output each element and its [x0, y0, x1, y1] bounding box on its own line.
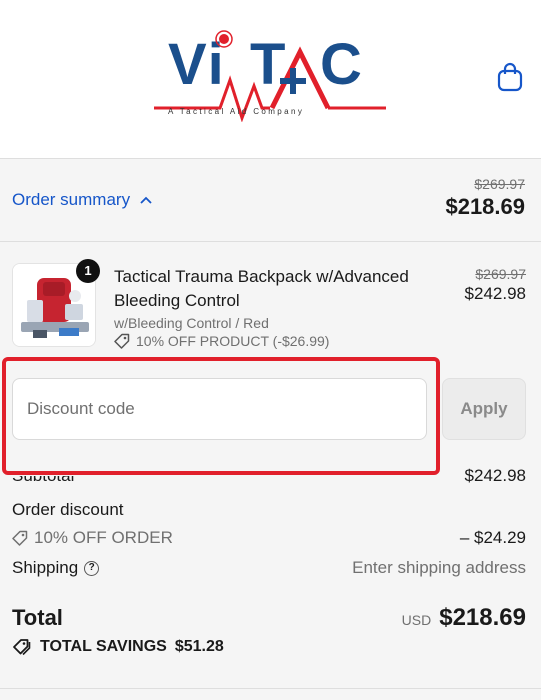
total-row: Total USD $218.69 [12, 604, 526, 632]
subtotal-value: $242.98 [464, 466, 526, 485]
help-circle-icon[interactable]: ? [84, 561, 100, 577]
order-discount-value: – $24.29 [459, 528, 526, 547]
highlight-annotation [2, 357, 440, 475]
shipping-value: Enter shipping address [352, 558, 526, 577]
svg-text:C: C [320, 32, 362, 97]
summary-original-price: $269.97 [474, 176, 525, 192]
product-discount: 10% OFF PRODUCT (-$26.99) [114, 333, 444, 349]
total-label: Total [12, 605, 63, 630]
line-item-prices: $269.97 $242.98 [465, 266, 526, 304]
vitac-logo[interactable]: Vi T C A Tactical Aid Company [150, 22, 390, 122]
product-variant: w/Bleeding Control / Red [114, 315, 269, 331]
line-item-info: Tactical Trauma Backpack w/Advanced Blee… [114, 265, 444, 349]
chevron-up-icon [140, 196, 152, 204]
line-item: 1 Tactical Trauma Backpack w/Advanced Bl… [12, 259, 526, 350]
apply-button[interactable]: Apply [442, 378, 526, 440]
product-original-price: $269.97 [475, 266, 526, 282]
total-savings-value: $51.28 [174, 638, 224, 655]
currency-code: USD [401, 612, 432, 628]
total-savings-label: TOTAL SAVINGS [40, 638, 167, 655]
shipping-label: Shipping [12, 558, 79, 577]
logo-tagline: A Tactical Aid Company [168, 107, 304, 116]
tag-icon [114, 333, 130, 349]
shipping-row: Shipping? Enter shipping address [12, 558, 526, 578]
order-discount-row: Order discount [12, 500, 526, 520]
total-value: $218.69 [439, 604, 526, 631]
product-discount-label: 10% OFF PRODUCT (-$26.99) [136, 333, 330, 349]
total-savings-row: TOTAL SAVINGS $51.28 [12, 638, 526, 656]
order-summary-toggle[interactable]: Order summary [12, 190, 152, 210]
summary-prices: $269.97 $218.69 [445, 176, 525, 220]
order-discount-label: Order discount [12, 500, 124, 519]
order-summary-bar[interactable]: Order summary $269.97 $218.69 [0, 160, 541, 242]
header: Vi T C A Tactical Aid Company [0, 0, 541, 159]
tag-icon [13, 639, 31, 656]
order-discount-code: 10% OFF ORDER [34, 528, 173, 547]
shopping-bag-icon[interactable] [496, 62, 524, 92]
bottom-divider [0, 688, 541, 689]
order-summary-label: Order summary [12, 190, 131, 209]
summary-total-price: $218.69 [445, 194, 525, 219]
product-name: Tactical Trauma Backpack w/Advanced Blee… [114, 267, 409, 310]
quantity-badge: 1 [76, 259, 100, 283]
tag-icon [12, 530, 28, 546]
order-discount-code-row: 10% OFF ORDER – $24.29 [12, 528, 526, 548]
product-price: $242.98 [464, 284, 526, 303]
